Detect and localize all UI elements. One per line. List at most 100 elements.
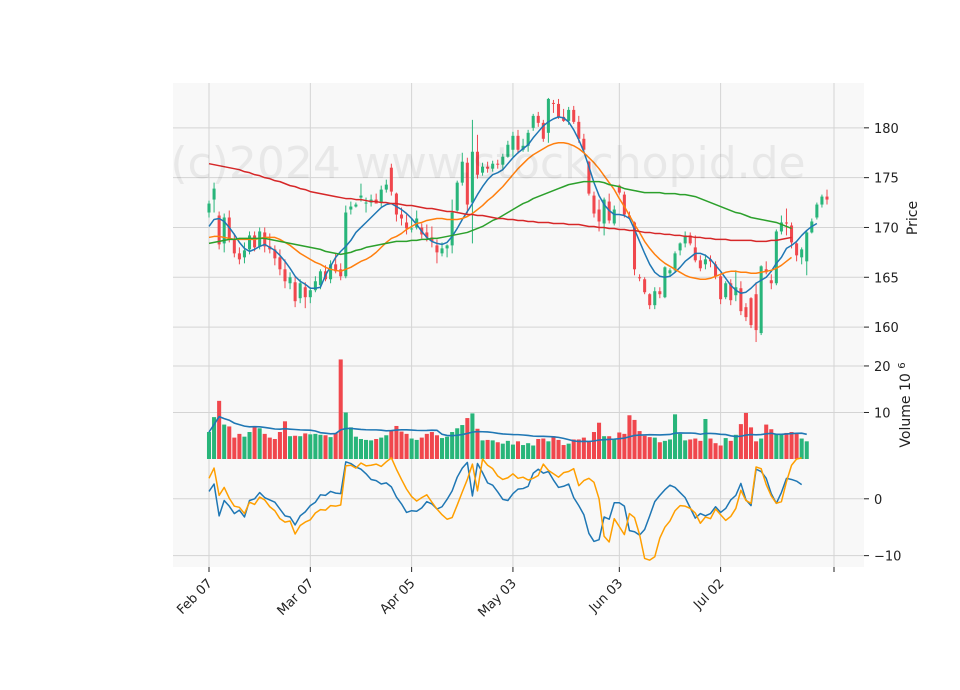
volume-bar — [252, 425, 257, 459]
volume-bar — [470, 413, 475, 459]
y-tick-label: 0 — [874, 493, 882, 508]
volume-bar — [521, 445, 526, 459]
volume-bar — [794, 433, 799, 459]
volume-bar — [414, 439, 419, 459]
candle-body — [668, 270, 672, 274]
volume-bar — [409, 438, 414, 459]
volume-bar — [683, 440, 688, 459]
candle-body — [283, 269, 287, 282]
candle-body — [759, 266, 763, 334]
volume-bar — [500, 443, 505, 459]
volume-bar — [277, 432, 282, 459]
volume-bar — [262, 433, 267, 459]
candle-body — [298, 283, 302, 299]
candle-body — [744, 307, 748, 318]
volume-bar — [673, 414, 678, 459]
volume-bar — [358, 438, 363, 459]
volume-bar — [723, 438, 728, 459]
volume-bar — [227, 426, 232, 459]
volume-bar — [754, 441, 759, 459]
volume-bar — [288, 436, 293, 459]
volume-bar — [688, 439, 693, 459]
volume-bar — [323, 435, 328, 459]
volume-bar — [647, 437, 652, 459]
volume-bar — [657, 442, 662, 459]
volume-bar — [206, 432, 212, 459]
volume-bar — [374, 438, 379, 459]
volume-bar — [738, 424, 743, 459]
y-tick-label: 10 — [874, 406, 891, 421]
volume-bar — [455, 428, 460, 459]
volume-bar — [318, 434, 323, 459]
price-panel: 160 165 170 175 180 — [173, 83, 899, 352]
volume-bar — [343, 412, 348, 459]
volume-bar — [662, 440, 667, 459]
volume-bar — [364, 439, 369, 459]
volume-bar — [678, 433, 683, 459]
volume-bar — [379, 437, 384, 459]
volume-bar — [748, 427, 754, 459]
y-tick-label: 170 — [874, 221, 899, 236]
volume-bar — [728, 440, 733, 459]
volume-bar — [784, 432, 789, 459]
candle-body — [450, 212, 454, 246]
volume-bar — [718, 445, 723, 459]
volume-bar — [703, 418, 708, 459]
candle-body — [820, 196, 824, 205]
volume-bar — [333, 432, 338, 459]
volume-bar — [439, 438, 445, 459]
candle-body — [724, 283, 728, 298]
candle-body — [703, 259, 707, 265]
candle-body — [754, 294, 758, 331]
candle-body — [638, 277, 642, 279]
candle-body — [364, 202, 368, 204]
y-tick-label: −10 — [874, 550, 901, 565]
candle-body — [237, 253, 241, 260]
volume-bar — [551, 436, 556, 459]
volume-bar — [434, 435, 439, 459]
volume-bar — [404, 433, 409, 459]
candle-body — [531, 115, 535, 128]
volume-bar — [779, 433, 784, 459]
volume-bar — [759, 438, 764, 459]
volume-bar — [369, 440, 374, 459]
candle-body — [643, 279, 647, 293]
volume-bar — [667, 439, 672, 459]
oscillator-panel: −10 0 — [173, 457, 901, 567]
candle-body — [308, 290, 312, 298]
y-tick-label: 20 — [874, 360, 891, 375]
volume-bar — [531, 445, 536, 459]
volume-bar — [561, 445, 566, 459]
y-tick-label: 160 — [874, 321, 899, 336]
candle-body — [825, 196, 829, 200]
volume-bar — [424, 433, 429, 459]
volume-bar — [232, 437, 237, 459]
candle-body — [749, 298, 753, 326]
watermark-text: (c)2024 www.stockchopid.de — [170, 138, 805, 189]
volume-bar — [764, 424, 769, 459]
candle-body — [719, 276, 723, 300]
volume-bar — [556, 439, 561, 459]
volume-bar — [693, 438, 698, 459]
volume-bar — [515, 441, 521, 459]
volume-axis-label-text: Volume 10 — [898, 373, 914, 447]
volume-axis-label: Volume 10 6 — [897, 362, 915, 447]
candle-body — [288, 277, 292, 284]
candle-body — [546, 98, 550, 133]
candle-body — [597, 209, 601, 222]
candle-body — [572, 109, 576, 122]
volume-bar — [272, 438, 277, 459]
volume-bar — [303, 433, 308, 459]
candle-body — [207, 203, 211, 213]
volume-bar — [566, 443, 571, 459]
candle-body — [698, 260, 702, 269]
candle-body — [440, 248, 444, 254]
volume-bar — [429, 432, 434, 459]
volume-bar — [804, 441, 809, 459]
volume-bar — [282, 421, 288, 459]
candle-body — [232, 239, 236, 254]
volume-bar — [591, 432, 597, 459]
volume-bar — [642, 435, 647, 459]
candle-body — [769, 280, 773, 284]
volume-bar — [571, 439, 576, 459]
